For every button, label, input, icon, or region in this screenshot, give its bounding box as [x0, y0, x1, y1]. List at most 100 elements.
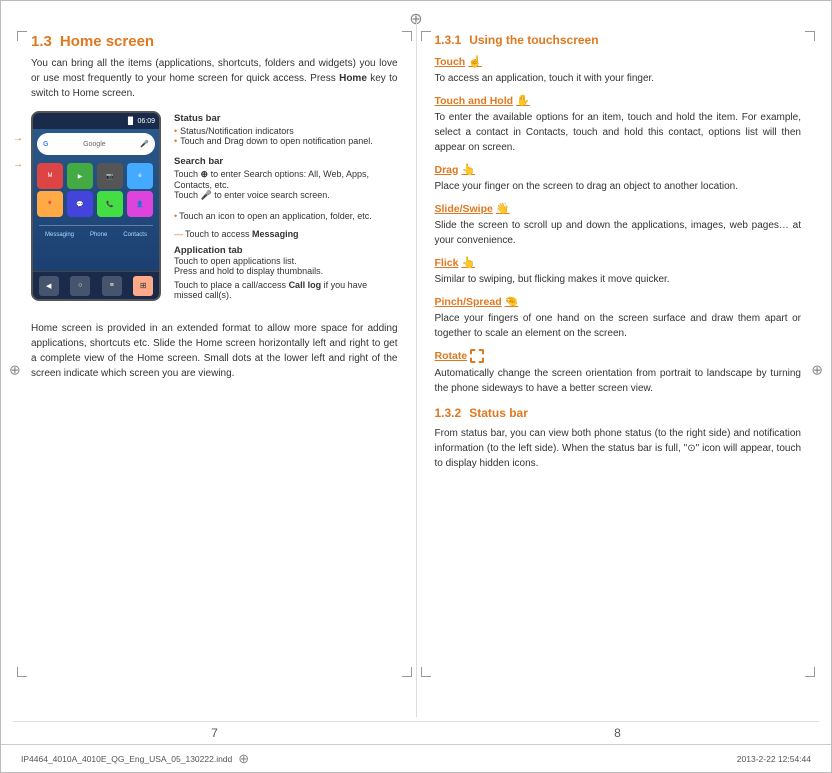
corner-mark-tr — [402, 31, 412, 41]
status-item-2: • Touch and Drag down to open notificati… — [174, 136, 398, 146]
phone-apps-btn: ⊞ — [133, 276, 153, 296]
rotate-section: Rotate Automatically change the screen o… — [435, 349, 802, 396]
app-tab-label-block: Application tab Touch to open applicatio… — [174, 245, 398, 276]
status-bar-label-block: Status bar • Status/Notification indicat… — [174, 113, 398, 146]
footer-crosshair: ⊕ — [238, 751, 249, 767]
status-bar-heading: Status bar — [174, 113, 398, 124]
messaging-label-text: —Touch to access Messaging — [174, 229, 398, 239]
search-bar-heading: Search bar — [174, 156, 398, 167]
app-tab-item-1: Touch to open applications list. — [174, 256, 398, 266]
search-text: Google — [48, 141, 140, 148]
browser-icon: e — [127, 163, 153, 189]
app-tab-heading: Application tab — [174, 245, 398, 256]
phone-icons-grid: M ▶ 📷 e 📍 💬 📞 👤 — [33, 159, 159, 221]
left-side-mark: ⊕ — [9, 362, 21, 379]
phone-app-bar: ◀ ○ ≡ ⊞ — [33, 271, 159, 299]
call-log-label-text: Touch to place a call/access Call log if… — [174, 280, 398, 300]
diagram-labels: Status bar • Status/Notification indicat… — [174, 111, 398, 311]
extended-text: Home screen is provided in an extended f… — [31, 321, 398, 381]
phone-home-btn: ○ — [70, 276, 90, 296]
search-item-2: Touch 🎤 to enter voice search screen. — [174, 190, 398, 201]
touch-hold-section: Touch and Hold ✋ To enter the available … — [435, 94, 802, 155]
touch-hold-heading: Touch and Hold ✋ — [435, 94, 530, 107]
page-footer: IP4464_4010A_4010E_QG_Eng_USA_05_130222.… — [1, 744, 831, 772]
flick-icon: 👆 — [461, 256, 475, 269]
phone-divider — [39, 225, 153, 226]
pinch-icon: 🤏 — [505, 295, 519, 308]
touch-gesture-icon: ☝ — [468, 55, 482, 68]
search-item-1: Touch ⊕ to enter Search options: All, We… — [174, 169, 398, 190]
phone-bottom-labels: Messaging Phone Contacts — [33, 230, 159, 240]
app-tab-item-2: Press and hold to display thumbnails. — [174, 266, 398, 276]
touch-hold-desc: To enter the available options for an it… — [435, 110, 802, 155]
footer-left: IP4464_4010A_4010E_QG_Eng_USA_05_130222.… — [21, 751, 249, 767]
slide-desc: Slide the screen to scroll up and down t… — [435, 218, 802, 248]
right-side-mark: ⊕ — [811, 362, 823, 379]
pinch-heading: Pinch/Spread 🤏 — [435, 295, 519, 308]
corner-mark-bl — [17, 667, 27, 677]
right-corner-tl — [421, 31, 431, 41]
phone-status-bar-area: ▐▌ 06:09 — [33, 113, 159, 129]
camera-icon: 📷 — [97, 163, 123, 189]
search-bar-arrow: → — [13, 159, 23, 170]
msg-icon: 💬 — [67, 191, 93, 217]
status-bar-section-num: 1.3.2 — [435, 406, 462, 420]
left-page: ⊕ 1.3 Home screen You can bring all the … — [13, 23, 417, 717]
slide-heading: Slide/Swipe 👋 — [435, 202, 510, 215]
pinch-desc: Place your fingers of one hand on the sc… — [435, 311, 802, 341]
search-bar-label-block: Search bar Touch ⊕ to enter Search optio… — [174, 156, 398, 201]
subsection-number: 1.3.1 — [435, 33, 462, 47]
subsection-title: Using the touchscreen — [469, 33, 598, 47]
status-bar-arrow: → — [13, 133, 23, 144]
touch-hold-icon: ✋ — [516, 94, 530, 107]
status-item-1: • Status/Notification indicators — [174, 126, 398, 136]
phone-menu-btn: ≡ — [102, 276, 122, 296]
maps-icon: 📍 — [37, 191, 63, 217]
status-bar-desc: From status bar, you can view both phone… — [435, 426, 802, 471]
flick-section: Flick 👆 Similar to swiping, but flicking… — [435, 256, 802, 287]
rotate-icon — [470, 349, 484, 363]
corner-mark-tl — [17, 31, 27, 41]
flick-desc: Similar to swiping, but flicking makes i… — [435, 272, 802, 287]
section-title: Home screen — [60, 33, 154, 50]
icon-label-text: •Touch an icon to open an application, f… — [174, 211, 398, 221]
phone-screen: ▐▌ 06:09 G Google 🎤 M — [31, 111, 161, 301]
right-page-number: 8 — [416, 722, 819, 744]
drag-heading: Drag 👆 — [435, 163, 476, 176]
phone-diagram: → → ▐▌ 06:09 — [31, 111, 166, 311]
status-bar-section-title: Status bar — [469, 406, 528, 420]
contacts-icon: 👤 — [127, 191, 153, 217]
right-corner-br — [805, 667, 815, 677]
phone-search-bar: G Google 🎤 — [37, 133, 155, 155]
touch-desc: To access an application, touch it with … — [435, 71, 802, 86]
pinch-section: Pinch/Spread 🤏 Place your fingers of one… — [435, 295, 802, 341]
phone-back-btn: ◀ — [39, 276, 59, 296]
drag-section: Drag 👆 Place your finger on the screen t… — [435, 163, 802, 194]
slide-section: Slide/Swipe 👋 Slide the screen to scroll… — [435, 202, 802, 248]
footer-timestamp: 2013-2-22 12:54:44 — [737, 754, 811, 764]
right-page: ⊕ 1.3.1 Using the touchscreen Touch ☝ To… — [417, 23, 820, 717]
intro-text: You can bring all the items (application… — [31, 56, 398, 101]
drag-desc: Place your finger on the screen to drag … — [435, 179, 802, 194]
drag-icon: 👆 — [461, 163, 475, 176]
rotate-desc: Automatically change the screen orientat… — [435, 366, 802, 396]
slide-icon: 👋 — [496, 202, 510, 215]
phone-icon-cell: 📞 — [97, 191, 123, 217]
phone-time: 06:09 — [137, 118, 155, 125]
footer-filename: IP4464_4010A_4010E_QG_Eng_USA_05_130222.… — [21, 754, 232, 764]
corner-mark-br — [402, 667, 412, 677]
icon-label-block: •Touch an icon to open an application, f… — [174, 211, 398, 221]
left-page-number: 7 — [13, 722, 416, 744]
flick-heading: Flick 👆 — [435, 256, 476, 269]
touch-section: Touch ☝ To access an application, touch … — [435, 55, 802, 86]
playstore-icon: ▶ — [67, 163, 93, 189]
section-number: 1.3 — [31, 33, 52, 50]
status-bar-section-header: 1.3.2 Status bar — [435, 406, 802, 420]
gmail-icon: M — [37, 163, 63, 189]
right-corner-bl — [421, 667, 431, 677]
mic-icon: 🎤 — [140, 140, 149, 148]
messaging-label-block: —Touch to access Messaging — [174, 229, 398, 239]
right-corner-tr — [805, 31, 815, 41]
call-log-label-block: Touch to place a call/access Call log if… — [174, 280, 398, 300]
touch-heading: Touch ☝ — [435, 55, 482, 68]
